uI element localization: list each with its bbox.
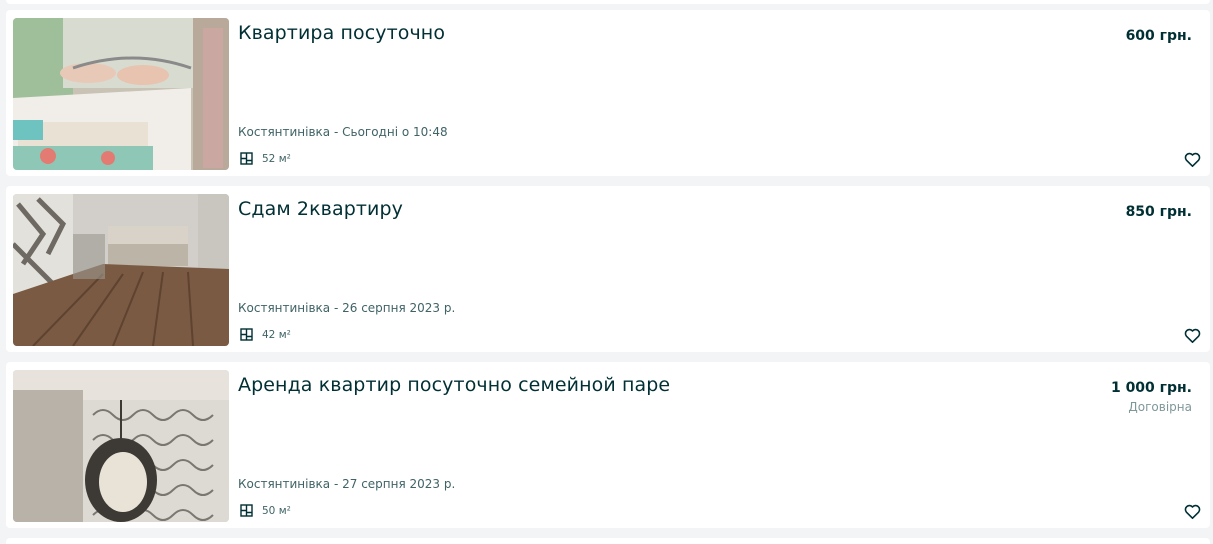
- listing-area: 42 м²: [240, 328, 291, 341]
- listing-price: 1 000 грн.: [1110, 380, 1192, 396]
- listing-area-value: 42 м²: [262, 328, 291, 341]
- heart-outline-icon[interactable]: [1182, 325, 1202, 345]
- listing-photo[interactable]: [13, 370, 229, 522]
- heart-outline-icon[interactable]: [1182, 149, 1202, 169]
- listing-area: 50 м²: [240, 504, 291, 517]
- listing-card[interactable]: Квартира посуточно 600 грн. Костянтинівк…: [6, 10, 1210, 176]
- listing-title[interactable]: Аренда квартир посуточно семейной паре: [238, 374, 670, 396]
- listing-photo[interactable]: [13, 194, 229, 346]
- listing-card[interactable]: Аренда квартир посуточно семейной паре 1…: [6, 362, 1210, 528]
- negotiable-label: Договірна: [1128, 400, 1192, 414]
- room-with-hanging-chair-photo: [13, 370, 229, 522]
- living-room-photo: [13, 194, 229, 346]
- listing-title[interactable]: Сдам 2квартиру: [238, 198, 403, 220]
- listing-area: 52 м²: [240, 152, 291, 165]
- listing-photo[interactable]: [13, 18, 229, 170]
- listing-price: 850 грн.: [1125, 204, 1192, 220]
- bedroom-photo: [13, 18, 229, 170]
- floor-plan-icon: [240, 504, 253, 517]
- listing-card[interactable]: Сдам 2квартиру 850 грн. Костянтинівка - …: [6, 186, 1210, 352]
- heart-outline-icon[interactable]: [1182, 501, 1202, 521]
- listing-title[interactable]: Квартира посуточно: [238, 22, 445, 44]
- listing-location-date: Костянтинівка - 26 серпня 2023 р.: [238, 301, 456, 315]
- previous-listing-edge: [6, 0, 1210, 4]
- listing-area-value: 52 м²: [262, 152, 291, 165]
- floor-plan-icon: [240, 152, 253, 165]
- listing-area-value: 50 м²: [262, 504, 291, 517]
- next-listing-edge: [6, 538, 1210, 544]
- listing-price: 600 грн.: [1125, 28, 1192, 44]
- listing-location-date: Костянтинівка - 27 серпня 2023 р.: [238, 477, 456, 491]
- floor-plan-icon: [240, 328, 253, 341]
- listing-location-date: Костянтинівка - Сьогодні о 10:48: [238, 125, 448, 139]
